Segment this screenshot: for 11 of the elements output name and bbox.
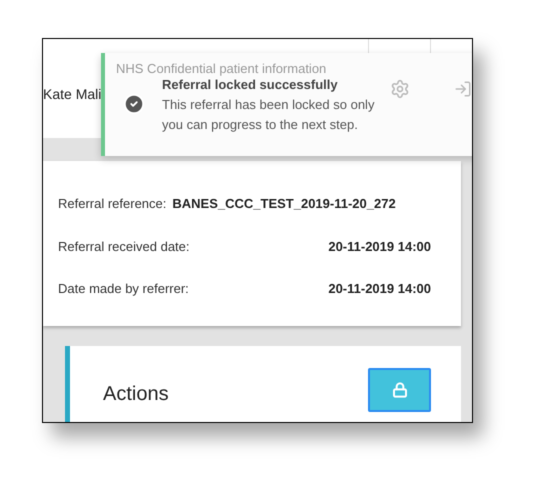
- toast-title: Referral locked successfully: [162, 77, 339, 93]
- actions-title: Actions: [103, 382, 169, 407]
- confidential-notice: NHS Confidential patient information: [116, 61, 326, 76]
- detail-label: Referral reference:: [58, 195, 166, 213]
- toast-message: This referral has been locked so only you can progress to the next step.: [162, 96, 376, 134]
- detail-label: Referral received date:: [58, 238, 190, 256]
- detail-label: Date made by referrer:: [58, 280, 189, 298]
- user-name: Kate Mali: [43, 85, 102, 104]
- detail-value: BANES_CCC_TEST_2019-11-20_272: [172, 195, 396, 213]
- detail-value: 20-11-2019 14:00: [328, 280, 431, 298]
- detail-value: 20-11-2019 14:00: [328, 238, 431, 256]
